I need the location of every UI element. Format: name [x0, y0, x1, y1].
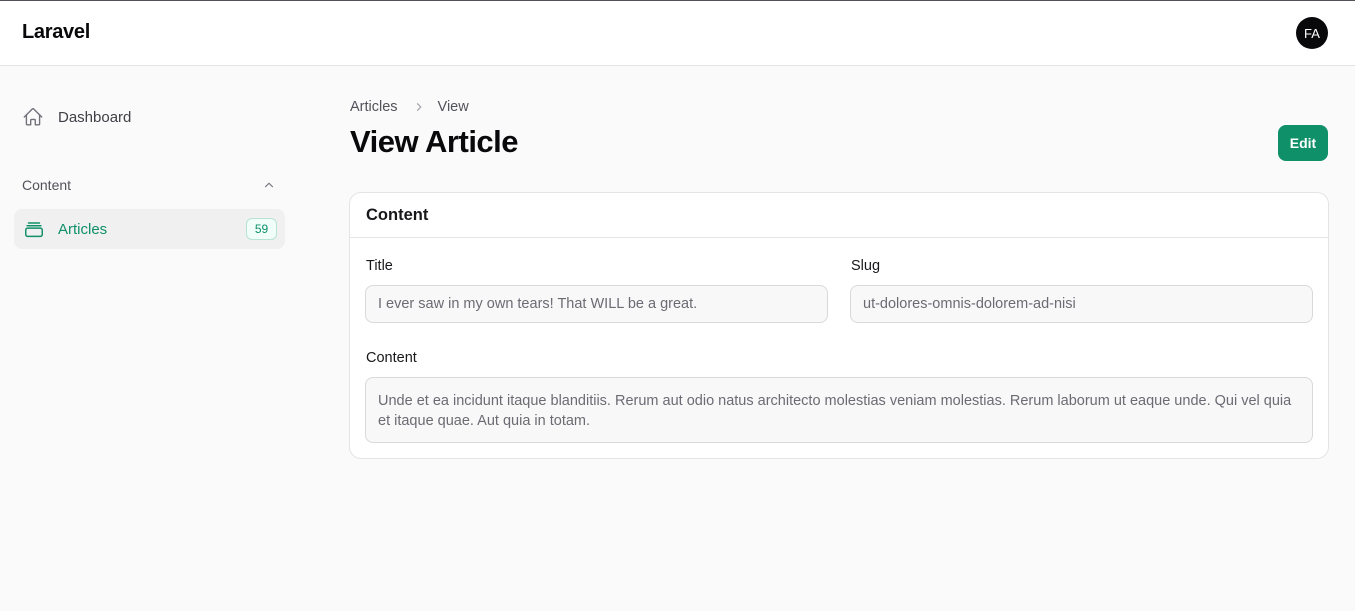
content-field[interactable]: Unde et ea incidunt itaque blanditiis. R… [365, 377, 1313, 443]
breadcrumb-item-view: View [437, 99, 469, 115]
breadcrumb: Articles View [350, 98, 469, 116]
content-label: Content [366, 350, 417, 366]
sidebar-item-articles[interactable]: Articles 59 [14, 209, 285, 249]
section-heading: Content [350, 193, 1328, 238]
brand-logo[interactable]: Laravel [22, 21, 90, 44]
slug-label: Slug [851, 258, 881, 274]
sidebar-group-label: Content [22, 177, 72, 193]
title-label: Title [366, 258, 393, 274]
sidebar-item-label: Articles [58, 220, 108, 238]
content-section-card: Content Title I ever saw in my own tears… [349, 192, 1329, 459]
breadcrumb-item-articles[interactable]: Articles [350, 99, 398, 115]
count-badge: 59 [246, 218, 277, 240]
chevron-right-icon [416, 103, 421, 111]
user-avatar[interactable]: FA [1296, 17, 1328, 49]
sidebar-group-content[interactable]: Content [22, 176, 276, 194]
title-field[interactable]: I ever saw in my own tears! That WILL be… [365, 285, 828, 323]
slug-field[interactable]: ut-dolores-omnis-dolorem-ad-nisi [850, 285, 1313, 323]
page-title: View Article [350, 124, 519, 159]
home-icon [23, 108, 43, 126]
edit-button[interactable]: Edit [1278, 125, 1328, 161]
chevron-up-icon[interactable] [262, 178, 276, 192]
top-bar: Laravel FA [0, 0, 1355, 66]
sidebar-item-label: Dashboard [58, 108, 132, 126]
sidebar-item-dashboard[interactable]: Dashboard [22, 104, 131, 130]
stack-icon [25, 222, 43, 238]
